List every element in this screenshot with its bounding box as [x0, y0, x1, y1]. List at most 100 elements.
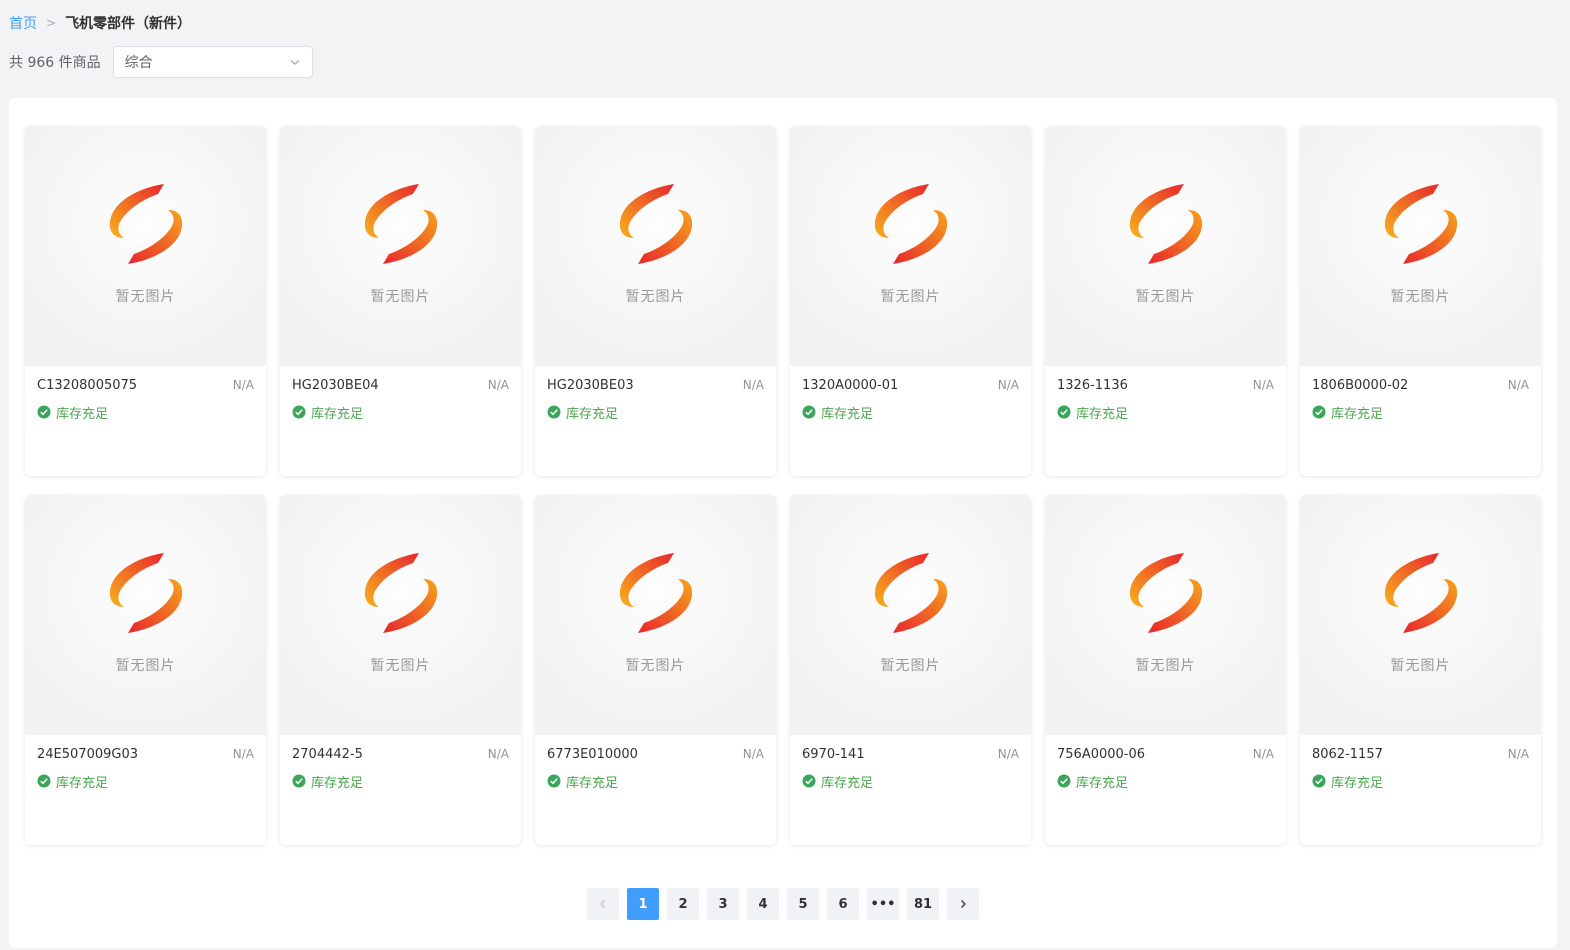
- price: N/A: [232, 747, 254, 761]
- part-number: 756A0000-06: [1057, 746, 1146, 762]
- chevron-down-icon: [290, 60, 300, 65]
- product-info: 2704442-5 N/A 库存充足: [280, 735, 521, 791]
- check-circle-icon: [1057, 774, 1071, 788]
- no-image-text: 暂无图片: [1135, 289, 1196, 305]
- product-info: 6773E010000 N/A 库存充足: [535, 735, 776, 791]
- product-info: HG2030BE04 N/A 库存充足: [280, 366, 521, 422]
- no-image-text: 暂无图片: [1135, 658, 1196, 674]
- check-circle-icon: [37, 405, 51, 419]
- page-buttons: 1 2 3 4 5 6 ••• 81: [627, 888, 947, 920]
- page-1-button[interactable]: 1: [627, 888, 659, 920]
- product-image-placeholder: 暂无图片: [535, 126, 776, 366]
- part-number: 1326-1136: [1057, 377, 1128, 393]
- price: N/A: [1507, 747, 1529, 761]
- no-image-text: 暂无图片: [880, 289, 941, 305]
- part-number: 1320A0000-01: [802, 377, 899, 393]
- chevron-right-icon: [961, 900, 966, 908]
- page-2-button[interactable]: 2: [667, 888, 699, 920]
- product-image-placeholder: 暂无图片: [790, 126, 1031, 366]
- page-81-button[interactable]: 81: [907, 888, 939, 920]
- no-image-text: 暂无图片: [1390, 658, 1451, 674]
- price: N/A: [1252, 378, 1274, 392]
- no-image-text: 暂无图片: [115, 658, 176, 674]
- part-number: HG2030BE03: [547, 377, 634, 393]
- no-image-text: 暂无图片: [370, 289, 431, 305]
- check-circle-icon: [802, 774, 816, 788]
- sort-select[interactable]: 综合: [112, 46, 313, 78]
- stock-status: 库存充足: [1331, 775, 1384, 791]
- stock-status: 库存充足: [1076, 406, 1129, 422]
- product-grid: 暂无图片 C13208005075 N/A 库存充足 暂无图片 HG2030BE…: [25, 126, 1541, 845]
- price: N/A: [997, 378, 1019, 392]
- product-info: 1326-1136 N/A 库存充足: [1045, 366, 1286, 422]
- stock-status: 库存充足: [56, 406, 109, 422]
- stock-status: 库存充足: [311, 775, 364, 791]
- product-card[interactable]: 暂无图片 1326-1136 N/A 库存充足: [1045, 126, 1286, 476]
- check-circle-icon: [547, 405, 561, 419]
- check-circle-icon: [802, 405, 816, 419]
- price: N/A: [487, 378, 509, 392]
- next-page-button[interactable]: [947, 888, 979, 920]
- brand-logo-icon: [874, 553, 948, 633]
- stock-status: 库存充足: [821, 775, 874, 791]
- page-4-button[interactable]: 4: [747, 888, 779, 920]
- product-card[interactable]: 暂无图片 C13208005075 N/A 库存充足: [25, 126, 266, 476]
- product-card[interactable]: 暂无图片 2704442-5 N/A 库存充足: [280, 495, 521, 845]
- product-info: 756A0000-06 N/A 库存充足: [1045, 735, 1286, 791]
- product-card[interactable]: 暂无图片 HG2030BE04 N/A 库存充足: [280, 126, 521, 476]
- price: N/A: [1252, 747, 1274, 761]
- product-image-placeholder: 暂无图片: [280, 495, 521, 735]
- part-number: 8062-1157: [1312, 746, 1383, 762]
- product-image-placeholder: 暂无图片: [535, 495, 776, 735]
- product-info: C13208005075 N/A 库存充足: [25, 366, 266, 422]
- page-5-button[interactable]: 5: [787, 888, 819, 920]
- product-card[interactable]: 暂无图片 6773E010000 N/A 库存充足: [535, 495, 776, 845]
- brand-logo-icon: [874, 184, 948, 264]
- brand-logo-icon: [109, 184, 183, 264]
- part-number: 6773E010000: [547, 746, 638, 762]
- page-3-button[interactable]: 3: [707, 888, 739, 920]
- product-info: HG2030BE03 N/A 库存充足: [535, 366, 776, 422]
- page-6-button[interactable]: 6: [827, 888, 859, 920]
- stock-status: 库存充足: [56, 775, 109, 791]
- breadcrumb-home-link[interactable]: 首页: [9, 13, 37, 33]
- breadcrumb-separator: >: [46, 16, 57, 30]
- product-card[interactable]: 暂无图片 6970-141 N/A 库存充足: [790, 495, 1031, 845]
- check-circle-icon: [37, 774, 51, 788]
- stock-status: 库存充足: [1076, 775, 1129, 791]
- check-circle-icon: [1312, 405, 1326, 419]
- product-image-placeholder: 暂无图片: [1045, 126, 1286, 366]
- product-info: 8062-1157 N/A 库存充足: [1300, 735, 1541, 791]
- part-number: 24E507009G03: [37, 746, 138, 762]
- prev-page-button[interactable]: [587, 888, 619, 920]
- product-card[interactable]: 暂无图片 8062-1157 N/A 库存充足: [1300, 495, 1541, 845]
- no-image-text: 暂无图片: [880, 658, 941, 674]
- check-circle-icon: [292, 405, 306, 419]
- stock-status: 库存充足: [566, 775, 619, 791]
- more-pages-button[interactable]: •••: [867, 888, 899, 920]
- brand-logo-icon: [109, 553, 183, 633]
- brand-logo-icon: [1384, 553, 1458, 633]
- price: N/A: [742, 378, 764, 392]
- product-card[interactable]: 暂无图片 HG2030BE03 N/A 库存充足: [535, 126, 776, 476]
- part-number: 1806B0000-02: [1312, 377, 1409, 393]
- price: N/A: [997, 747, 1019, 761]
- product-card[interactable]: 暂无图片 1320A0000-01 N/A 库存充足: [790, 126, 1031, 476]
- product-info: 24E507009G03 N/A 库存充足: [25, 735, 266, 791]
- check-circle-icon: [1312, 774, 1326, 788]
- no-image-text: 暂无图片: [625, 658, 686, 674]
- product-image-placeholder: 暂无图片: [790, 495, 1031, 735]
- brand-logo-icon: [364, 184, 438, 264]
- product-image-placeholder: 暂无图片: [25, 126, 266, 366]
- product-info: 6970-141 N/A 库存充足: [790, 735, 1031, 791]
- product-card[interactable]: 暂无图片 756A0000-06 N/A 库存充足: [1045, 495, 1286, 845]
- product-image-placeholder: 暂无图片: [1045, 495, 1286, 735]
- stock-status: 库存充足: [821, 406, 874, 422]
- product-card[interactable]: 暂无图片 1806B0000-02 N/A 库存充足: [1300, 126, 1541, 476]
- product-count: 共 966 件商品: [9, 55, 101, 71]
- product-card[interactable]: 暂无图片 24E507009G03 N/A 库存充足: [25, 495, 266, 845]
- no-image-text: 暂无图片: [370, 658, 431, 674]
- toolbar: 共 966 件商品 综合: [9, 46, 313, 78]
- brand-logo-icon: [619, 184, 693, 264]
- brand-logo-icon: [619, 553, 693, 633]
